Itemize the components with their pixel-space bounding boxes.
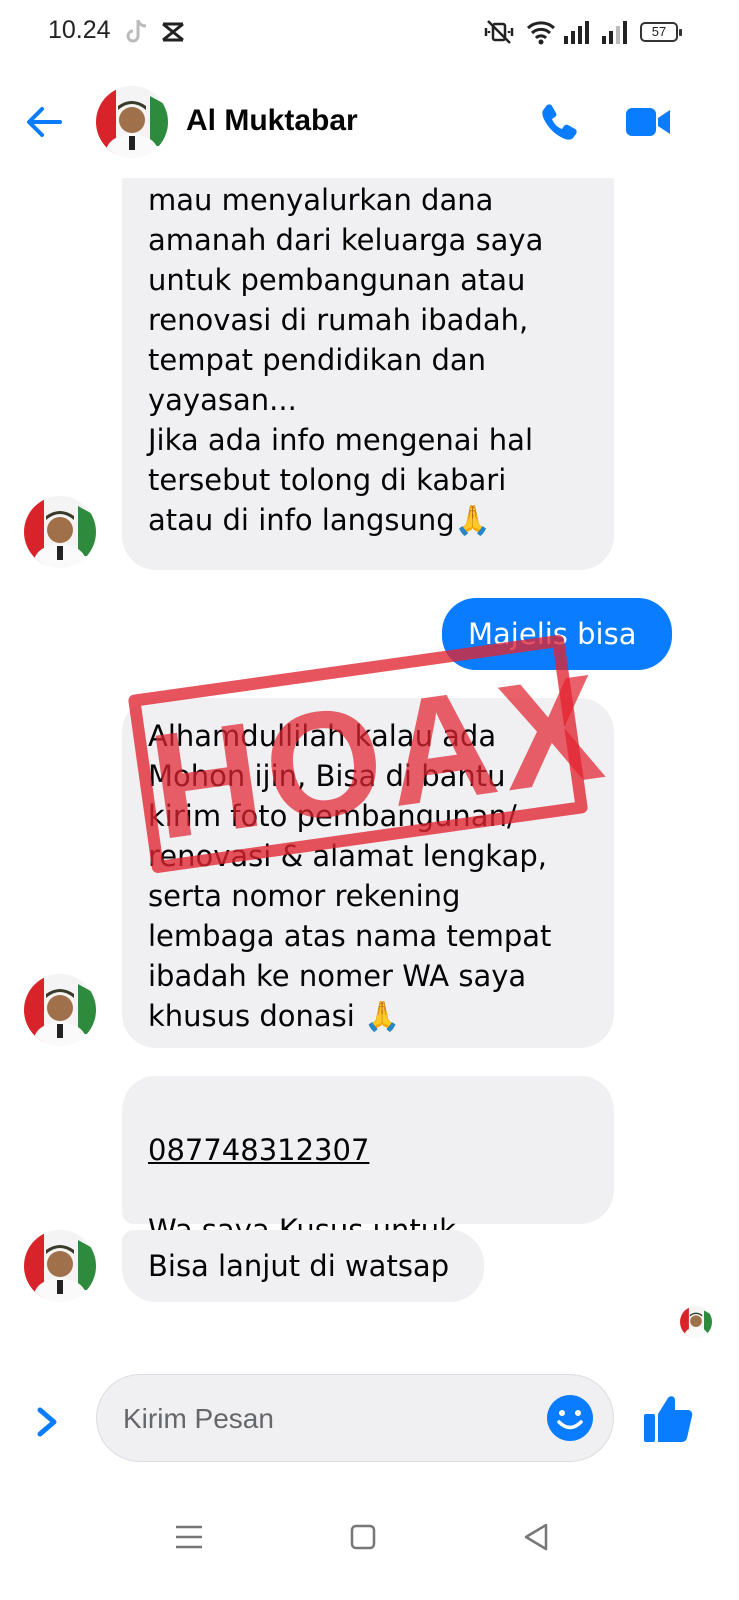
arrow-left-icon [27, 107, 62, 137]
voice-call-button[interactable] [538, 100, 582, 144]
signal-icon-2 [600, 18, 628, 50]
square-icon [350, 1524, 376, 1550]
signal-icon-1 [562, 18, 590, 50]
phone-number-link[interactable]: 087748312307 [148, 1130, 588, 1170]
thumbs-up-icon [644, 1396, 693, 1442]
like-button[interactable] [642, 1392, 696, 1446]
message-input-placeholder: Kirim Pesan [123, 1403, 274, 1434]
message-bubble-incoming[interactable]: rejeki dari allah swt, Saya mau menyalur… [122, 178, 614, 570]
phone-icon [542, 104, 577, 140]
seen-receipt-avatar [680, 1306, 712, 1338]
emoji-button[interactable] [545, 1393, 595, 1443]
message-list[interactable]: rejeki dari allah swt, Saya mau menyalur… [0, 178, 739, 1358]
system-back-button[interactable] [512, 1512, 562, 1562]
chevron-right-icon [37, 1407, 57, 1437]
vibrate-mute-icon [482, 18, 516, 50]
menu-icon [176, 1525, 202, 1549]
home-button[interactable] [338, 1512, 388, 1562]
message-bubble-incoming[interactable]: Bisa lanjut di watsap [122, 1230, 484, 1302]
message-composer: Kirim Pesan [0, 1360, 739, 1480]
sender-avatar[interactable] [24, 496, 96, 568]
battery-indicator: 57 [640, 22, 682, 42]
contact-avatar[interactable] [96, 86, 168, 158]
triangle-back-icon [524, 1523, 548, 1551]
back-button[interactable] [22, 100, 66, 144]
message-bubble-outgoing[interactable]: Majelis bisa [442, 598, 672, 670]
sender-avatar[interactable] [24, 1230, 96, 1302]
status-time: 10.24 [48, 16, 111, 44]
tiktok-icon [126, 18, 148, 50]
recent-apps-button[interactable] [164, 1512, 214, 1562]
contact-name[interactable]: Al Muktabar [186, 104, 358, 138]
sender-avatar[interactable] [24, 974, 96, 1046]
video-call-button[interactable] [624, 100, 672, 144]
system-navigation-bar [0, 1490, 739, 1600]
video-camera-icon [626, 108, 670, 136]
capcut-icon [160, 18, 186, 50]
wifi-icon [526, 18, 556, 50]
status-bar: 10.24 57 [0, 0, 739, 66]
chat-header: Al Muktabar [0, 66, 739, 178]
message-bubble-incoming[interactable]: Alhamdullilah kalau ada Mohon ijin, Bisa… [122, 698, 614, 1048]
expand-actions-button[interactable] [30, 1402, 66, 1442]
smiley-icon [547, 1395, 593, 1441]
message-input[interactable]: Kirim Pesan [96, 1374, 614, 1462]
message-bubble-incoming[interactable]: 087748312307 Wa saya Kusus untuk penyalu… [122, 1076, 614, 1287]
